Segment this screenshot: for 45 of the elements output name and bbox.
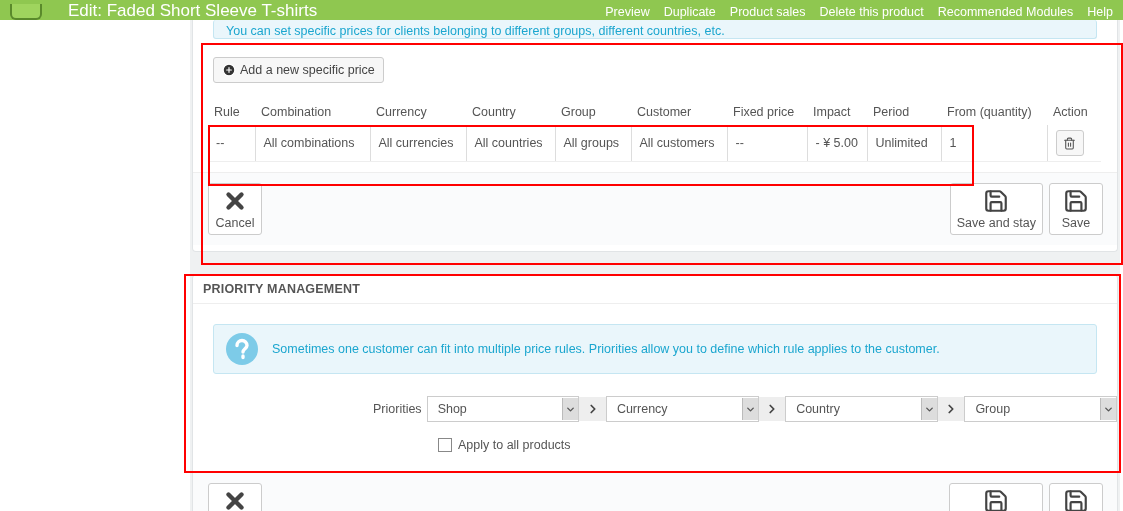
table-cell: All customers (631, 125, 727, 162)
floppy-icon (983, 188, 1010, 214)
table-cell: -- (727, 125, 807, 162)
priority-select[interactable]: Shop (426, 396, 580, 422)
page-title: Edit: Faded Short Sleeve T-shirts (68, 2, 319, 20)
column-header: Customer (636, 105, 693, 121)
table-cell: -- (208, 125, 255, 162)
table-cell: All combinations (255, 125, 370, 162)
save-button[interactable]: Save (1049, 183, 1103, 235)
column-header: Group (560, 105, 597, 121)
floppy-icon (983, 488, 1009, 511)
priority-select[interactable]: Country (785, 396, 938, 422)
cancel-button[interactable]: Cancel (208, 183, 262, 235)
column-header: Fixed price (732, 105, 796, 121)
checkbox[interactable] (438, 438, 452, 452)
column-header: Currency (375, 105, 428, 121)
info-text: Sometimes one customer can fit into multiple price rules. Priorities allow you to define which rule applies to the customer. (272, 342, 940, 356)
column-header: Impact (812, 105, 852, 121)
delete-button[interactable] (1055, 130, 1084, 156)
column-header: Combination (260, 105, 333, 121)
add-price-button[interactable]: Add a new specific price (213, 57, 384, 83)
column-header: Rule (213, 105, 241, 121)
priority-select[interactable]: Group (964, 396, 1117, 422)
logo-icon (10, 4, 42, 20)
help-icon (226, 333, 258, 365)
table-cell: All currencies (370, 125, 466, 162)
checkbox-label: Apply to all products (458, 438, 571, 452)
column-header: Period (872, 105, 911, 121)
info-text: You can set specific prices for clients belonging to different groups, different countries, etc. (226, 24, 725, 38)
trash-icon (1063, 136, 1076, 150)
priority-select[interactable]: Currency (605, 396, 759, 422)
table-cell: All groups (555, 125, 631, 162)
floppy-icon (1063, 188, 1089, 214)
table-cell: Unlimited (867, 125, 941, 162)
column-header: Country (471, 105, 517, 121)
floppy-icon (1063, 488, 1089, 511)
table-cell: - ¥ 5.00 (807, 125, 867, 162)
column-header: From (quantity) (941, 105, 1047, 125)
column-header: Action (1047, 105, 1101, 125)
plus-circle-icon (222, 63, 236, 77)
table-cell: 1 (941, 125, 1047, 162)
priorities-label: Priorities (373, 402, 422, 416)
table-cell: All countries (466, 125, 555, 162)
panel-title: PRIORITY MANAGEMENT (203, 282, 361, 296)
save-and-stay-button[interactable]: Save and stay (949, 183, 1043, 235)
